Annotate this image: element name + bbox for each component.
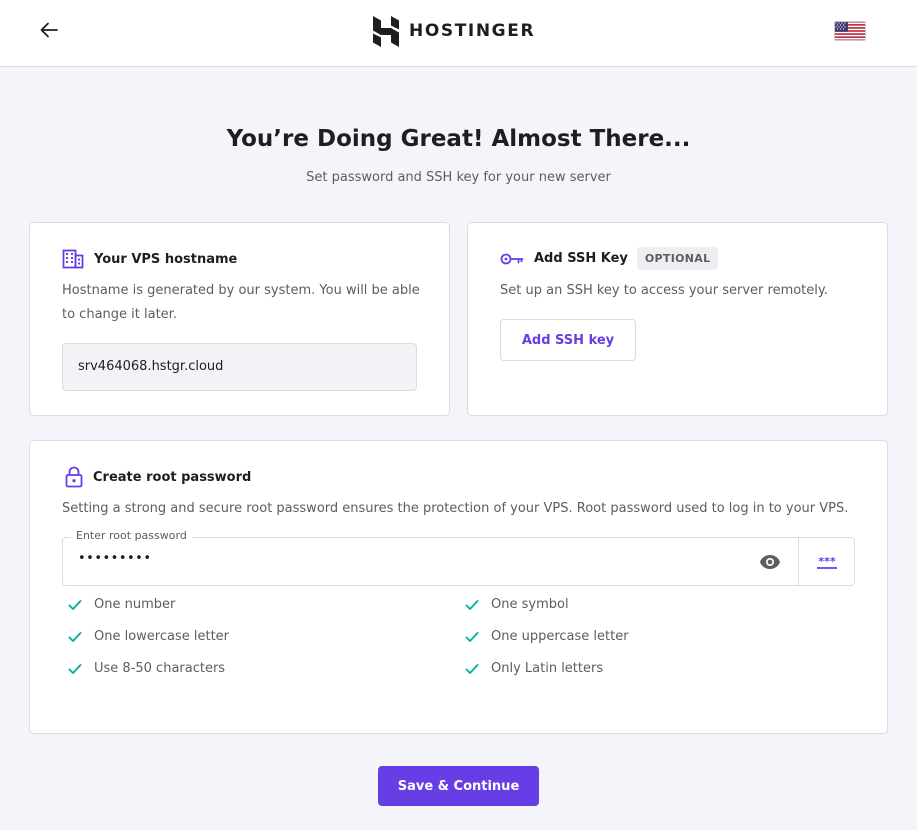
optional-badge: OPTIONAL: [636, 247, 719, 270]
ssh-key-card: Add SSH Key OPTIONAL Set up an SSH key t…: [467, 222, 888, 416]
hostname-card-title: Your VPS hostname: [94, 251, 238, 267]
hostname-card-header: Your VPS hostname: [62, 249, 237, 269]
us-flag-icon: [834, 21, 866, 41]
check-icon: [465, 631, 479, 642]
add-ssh-key-button[interactable]: Add SSH key: [500, 319, 636, 361]
building-icon: [62, 249, 84, 269]
requirement-label: Only Latin letters: [491, 661, 604, 676]
hostinger-logo[interactable]: HOSTINGER: [372, 15, 535, 47]
root-password-card: Create root password Setting a strong an…: [29, 440, 888, 734]
page-title: You’re Doing Great! Almost There...: [226, 126, 691, 152]
page-subtitle: Set password and SSH key for your new se…: [306, 170, 611, 185]
requirement-item: One uppercase letter: [465, 629, 629, 644]
requirement-item: One number: [68, 597, 175, 612]
ssh-card-title: Add SSH Key: [534, 251, 628, 266]
check-icon: [465, 663, 479, 674]
logo-text: HOSTINGER: [409, 21, 536, 41]
requirement-item: One symbol: [465, 597, 569, 612]
generate-password-button[interactable]: ***: [799, 538, 855, 585]
check-icon: [68, 631, 82, 642]
password-field-label: Enter root password: [71, 529, 192, 542]
password-card-title: Create root password: [93, 469, 252, 485]
eye-icon: [760, 555, 780, 569]
key-icon: [500, 253, 524, 264]
language-selector[interactable]: [834, 21, 866, 41]
requirement-label: One lowercase letter: [94, 629, 230, 644]
hostname-description: Hostname is generated by our system. You…: [62, 283, 420, 322]
password-generate-icon: ***: [817, 555, 837, 569]
check-icon: [68, 599, 82, 610]
ssh-card-header: Add SSH Key OPTIONAL: [500, 247, 719, 270]
lock-icon: [65, 466, 83, 488]
requirement-label: One uppercase letter: [491, 629, 629, 644]
svg-text:***: ***: [818, 555, 836, 568]
requirement-label: One symbol: [491, 597, 569, 612]
back-button[interactable]: [36, 17, 62, 43]
requirement-item: One lowercase letter: [68, 629, 229, 644]
password-card-header: Create root password: [65, 466, 251, 488]
requirement-item: Use 8-50 characters: [68, 661, 225, 676]
ssh-description: Set up an SSH key to access your server …: [500, 283, 828, 298]
requirement-item: Only Latin letters: [465, 661, 603, 676]
arrow-left-icon: [40, 22, 58, 38]
requirement-label: Use 8-50 characters: [94, 661, 226, 676]
check-icon: [465, 599, 479, 610]
hostname-card: Your VPS hostname Hostname is generated …: [29, 222, 450, 416]
password-description: Setting a strong and secure root passwor…: [62, 501, 849, 516]
root-password-input[interactable]: Enter root password ••••••••• ***: [62, 529, 855, 586]
show-password-toggle[interactable]: [759, 552, 781, 572]
save-continue-button[interactable]: Save & Continue: [378, 766, 539, 806]
requirement-label: One number: [94, 597, 176, 612]
password-masked-value[interactable]: •••••••••: [78, 551, 152, 566]
top-header: HOSTINGER: [0, 0, 917, 67]
check-icon: [68, 663, 82, 674]
hostname-field: srv464068.hstgr.cloud: [62, 343, 417, 391]
hostinger-logo-icon: [373, 15, 399, 47]
